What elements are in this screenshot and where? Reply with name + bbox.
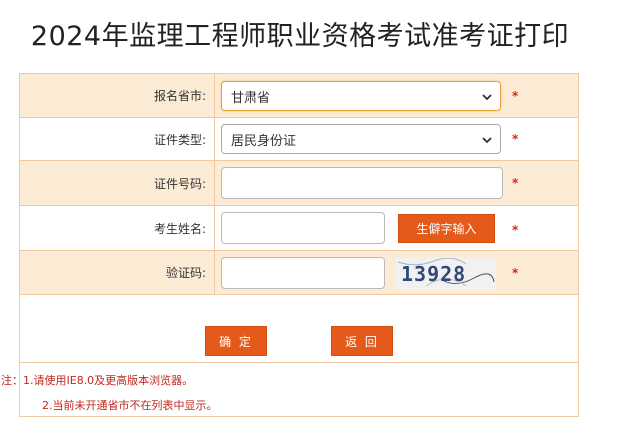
confirm-button[interactable]: 确 定: [205, 326, 267, 356]
id-type-label: 证件类型:: [20, 118, 215, 160]
note-line-2: 2.当前未开通省市不在列表中显示。: [42, 399, 218, 412]
province-selected-value: 甘肃省: [231, 90, 271, 106]
required-mark: *: [512, 223, 519, 237]
captcha-graphic: 13928: [396, 257, 496, 290]
chevron-down-icon: [482, 137, 492, 144]
required-mark: *: [512, 176, 519, 190]
captcha-image[interactable]: 13928: [396, 257, 496, 290]
back-button[interactable]: 返 回: [331, 326, 393, 356]
captcha-label: 验证码:: [20, 251, 215, 294]
required-mark: *: [512, 132, 519, 146]
notes-area: 注：1.请使用IE8.0及更高版本浏览器。 2.当前未开通省市不在列表中显示。: [1, 362, 578, 417]
province-select[interactable]: 甘肃省: [221, 81, 501, 111]
id-number-input[interactable]: [221, 167, 503, 199]
exam-ticket-form: 报名省市: 甘肃省 * 证件类型: 居民身份证 * 证件号码: * 考生姓名: …: [1, 73, 579, 417]
id-type-row: 证件类型: 居民身份证 *: [20, 118, 578, 161]
chevron-down-icon: [482, 94, 492, 101]
required-mark: *: [512, 266, 519, 280]
note-line-1: 注：1.请使用IE8.0及更高版本浏览器。: [1, 374, 194, 387]
id-type-select[interactable]: 居民身份证: [221, 124, 501, 154]
id-type-selected-value: 居民身份证: [231, 133, 297, 149]
required-mark: *: [512, 89, 519, 103]
province-label: 报名省市:: [20, 74, 215, 117]
captcha-row: 验证码: 13928 *: [20, 251, 578, 295]
name-input[interactable]: [221, 212, 385, 244]
page-title: 2024年监理工程师职业资格考试准考证打印: [30, 21, 570, 52]
province-row: 报名省市: 甘肃省 *: [20, 74, 578, 118]
name-label: 考生姓名:: [20, 206, 215, 250]
id-number-label: 证件号码:: [20, 161, 215, 205]
id-number-row: 证件号码: *: [20, 161, 578, 206]
rare-char-input-button[interactable]: 生僻字输入: [398, 214, 495, 243]
captcha-input[interactable]: [221, 257, 385, 289]
name-row: 考生姓名: 生僻字输入 *: [20, 206, 578, 251]
captcha-text: 13928: [401, 262, 466, 286]
